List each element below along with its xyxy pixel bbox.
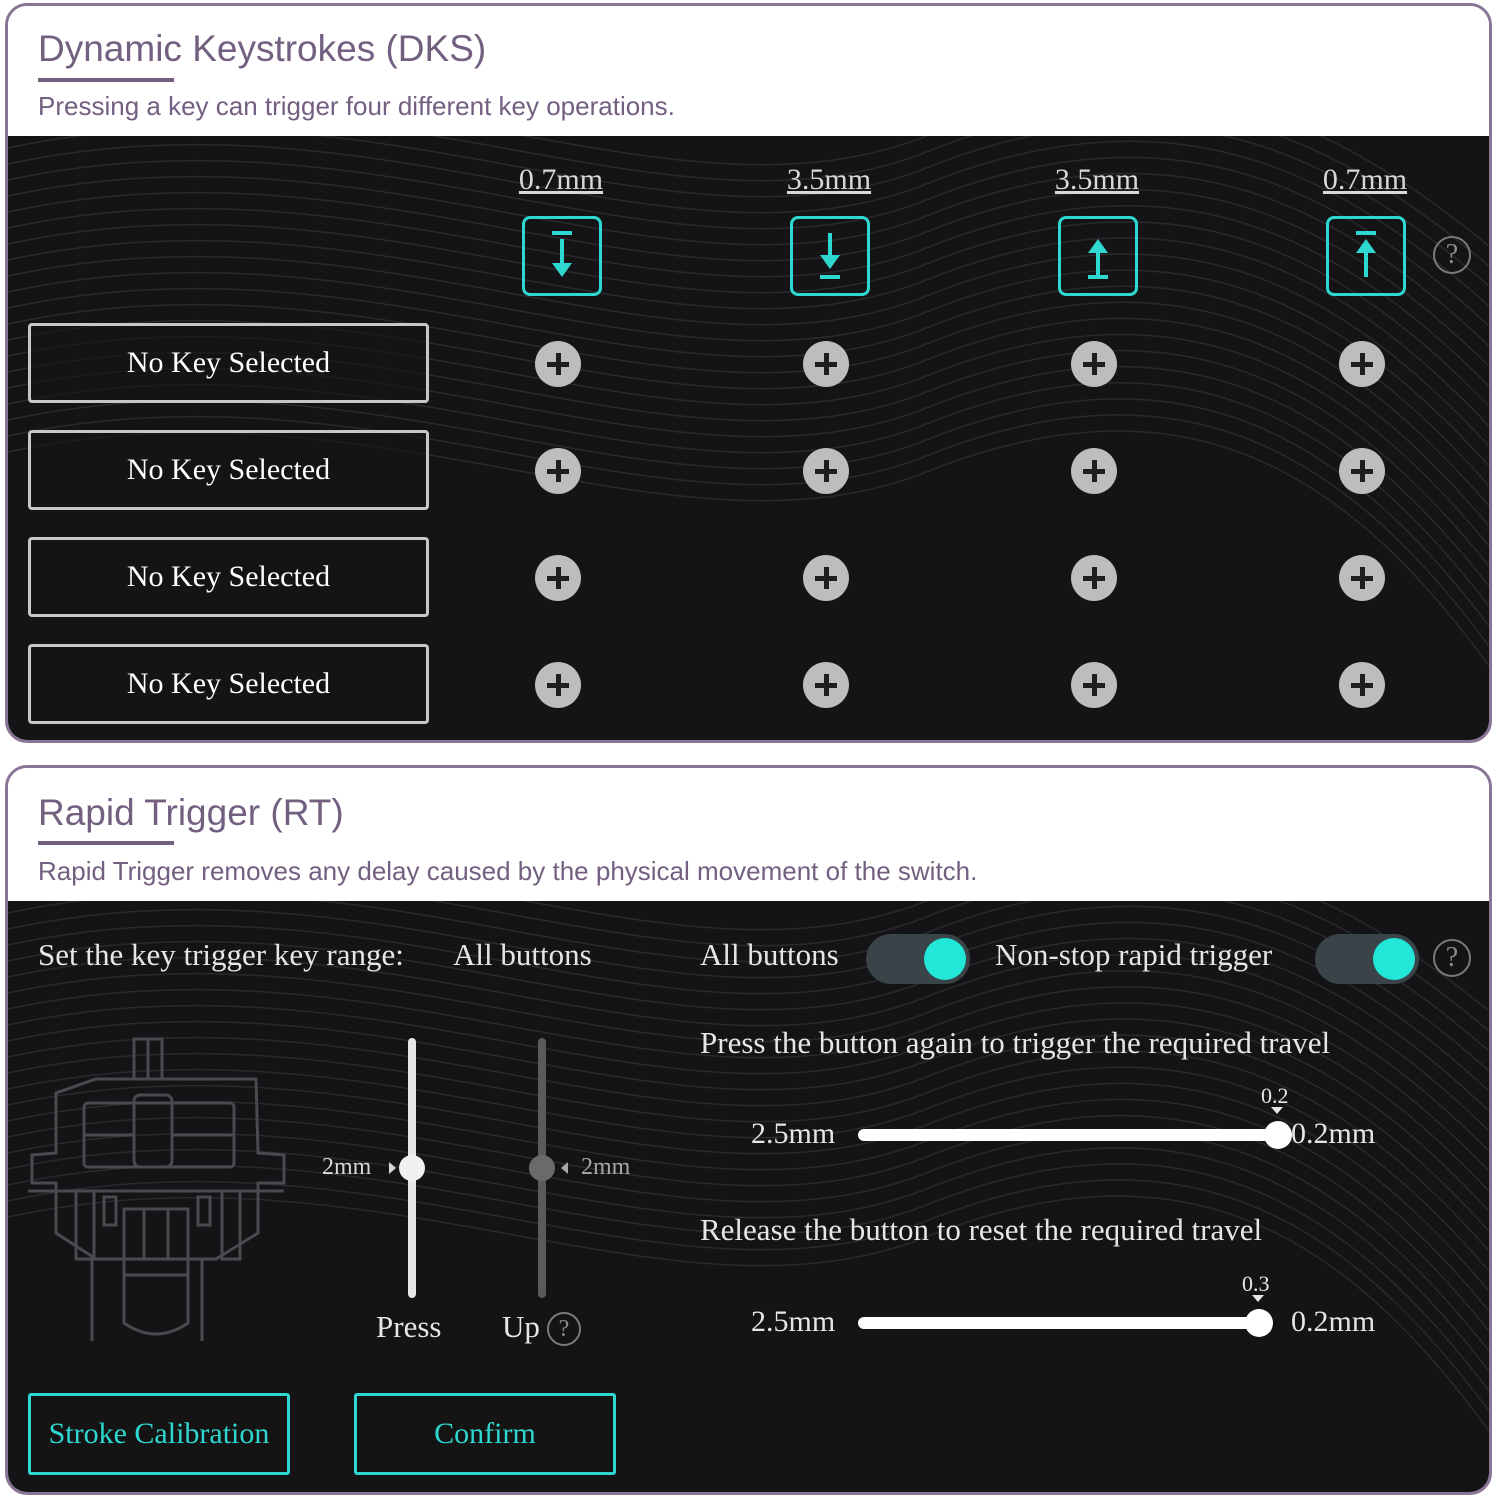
add-binding-button[interactable]: [1339, 555, 1385, 601]
up-slider-knob[interactable]: [529, 1155, 555, 1181]
key-slot-4[interactable]: No Key Selected: [28, 644, 429, 724]
press-again-label: Press the button again to trigger the re…: [700, 1025, 1331, 1060]
press-value-label: 2mm: [322, 1154, 372, 1180]
dks-title: Dynamic Keystrokes (DKS): [38, 28, 487, 69]
nonstop-trigger-toggle[interactable]: [1315, 934, 1419, 984]
release-top-icon: [1326, 216, 1406, 296]
switch-illustration: [28, 1037, 286, 1341]
press-label: Press: [376, 1309, 442, 1344]
all-buttons-label: All buttons: [700, 937, 839, 972]
release-slider-value: 0.3: [1242, 1271, 1270, 1296]
release-start-icon: [1058, 216, 1138, 296]
dks-header: Dynamic Keystrokes (DKS) Pressing a key …: [8, 6, 1489, 136]
add-binding-button[interactable]: [1071, 341, 1117, 387]
distance-label-4: 0.7mm: [1322, 163, 1408, 196]
release-slider-min-label: 2.5mm: [751, 1305, 836, 1338]
key-range-label: Set the key trigger key range:: [38, 937, 404, 972]
press-slider-knob[interactable]: [399, 1155, 425, 1181]
dks-title-underline: [38, 78, 174, 82]
release-caret-icon: [1252, 1295, 1264, 1302]
stroke-calibration-button[interactable]: Stroke Calibration: [28, 1393, 290, 1475]
rt-help-icon[interactable]: ?: [1433, 939, 1471, 977]
dks-description: Pressing a key can trigger four differen…: [38, 91, 675, 121]
release-slider-track[interactable]: [858, 1317, 1268, 1329]
release-label: Release the button to reset the required…: [700, 1212, 1263, 1247]
press-start-icon: [522, 216, 602, 296]
add-binding-button[interactable]: [803, 662, 849, 708]
release-slider-knob[interactable]: [1245, 1309, 1273, 1337]
up-help-icon[interactable]: ?: [547, 1312, 581, 1346]
press-again-slider-track[interactable]: [858, 1129, 1276, 1141]
add-binding-button[interactable]: [1071, 555, 1117, 601]
rt-description: Rapid Trigger removes any delay caused b…: [38, 856, 978, 886]
up-value-label: 2mm: [581, 1154, 631, 1180]
add-binding-button[interactable]: [803, 555, 849, 601]
add-binding-button[interactable]: [535, 555, 581, 601]
dks-screen: 0.7mm 3.5mm 3.5mm 0.7mm ? No Key Selecte…: [8, 136, 1489, 740]
press-pointer-icon: [389, 1162, 396, 1174]
wave-line: [430, 136, 1489, 267]
add-binding-button[interactable]: [535, 448, 581, 494]
add-binding-button[interactable]: [803, 448, 849, 494]
key-slot-1[interactable]: No Key Selected: [28, 323, 429, 403]
add-binding-button[interactable]: [1071, 662, 1117, 708]
press-again-caret-icon: [1271, 1107, 1283, 1114]
up-pointer-icon: [561, 1162, 568, 1174]
distance-label-3: 3.5mm: [1054, 163, 1140, 196]
press-slider-min-label: 2.5mm: [751, 1117, 836, 1150]
add-binding-button[interactable]: [535, 341, 581, 387]
toggle-knob: [924, 938, 966, 980]
rt-screen: Set the key trigger key range: All butto…: [8, 901, 1489, 1492]
rt-header: Rapid Trigger (RT) Rapid Trigger removes…: [8, 768, 1489, 901]
toggle-knob: [1373, 938, 1415, 980]
distance-label-2: 3.5mm: [786, 163, 872, 196]
release-slider-max-label: 0.2mm: [1291, 1305, 1376, 1338]
press-slider-max-label: 0.2mm: [1291, 1117, 1376, 1150]
rt-panel: Rapid Trigger (RT) Rapid Trigger removes…: [5, 765, 1492, 1495]
dks-panel: Dynamic Keystrokes (DKS) Pressing a key …: [5, 3, 1492, 743]
key-slot-2[interactable]: No Key Selected: [28, 430, 429, 510]
rt-title-underline: [38, 841, 174, 845]
add-binding-button[interactable]: [1339, 662, 1385, 708]
up-label: Up: [502, 1309, 540, 1344]
press-again-slider-value: 0.2: [1261, 1083, 1289, 1108]
key-slot-3[interactable]: No Key Selected: [28, 537, 429, 617]
wave-line: [8, 172, 1489, 347]
add-binding-button[interactable]: [803, 341, 849, 387]
wave-line: [521, 136, 1489, 247]
add-binding-button[interactable]: [1339, 341, 1385, 387]
key-range-value: All buttons: [453, 937, 592, 972]
all-buttons-toggle[interactable]: [866, 934, 970, 984]
press-again-slider-knob[interactable]: [1264, 1121, 1292, 1149]
confirm-button[interactable]: Confirm: [354, 1393, 616, 1475]
add-binding-button[interactable]: [535, 662, 581, 708]
add-binding-button[interactable]: [1339, 448, 1385, 494]
distance-label-1: 0.7mm: [518, 163, 604, 196]
press-bottom-icon: [790, 216, 870, 296]
add-binding-button[interactable]: [1071, 448, 1117, 494]
nonstop-trigger-label: Non-stop rapid trigger: [995, 937, 1273, 972]
dks-help-icon[interactable]: ?: [1433, 236, 1471, 274]
rt-title: Rapid Trigger (RT): [38, 792, 344, 833]
